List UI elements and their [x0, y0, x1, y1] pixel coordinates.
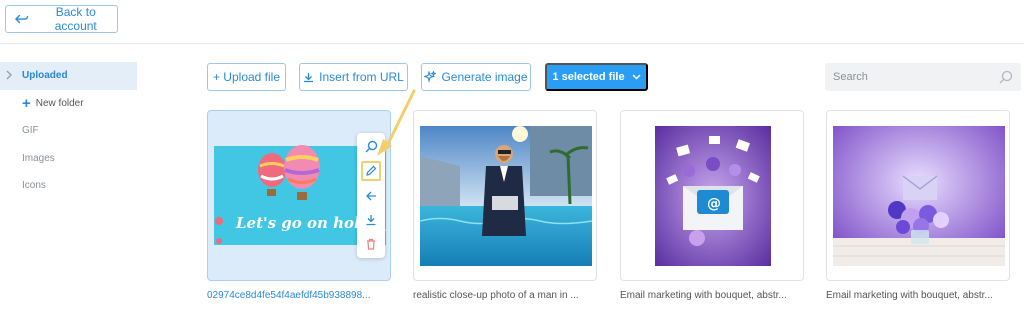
search-icon[interactable] [999, 70, 1013, 84]
sparkle-icon [424, 71, 437, 83]
svg-text:@: @ [707, 196, 721, 212]
man-in-pool-thumbnail [420, 126, 592, 266]
download-icon [304, 72, 314, 82]
sidebar-item-label: Icons [22, 180, 46, 192]
caption: realistic close-up photo of a man in ... [413, 290, 579, 301]
gallery-item[interactable]: @ [620, 110, 804, 281]
share-button[interactable] [361, 186, 381, 206]
insert-from-url-button[interactable]: Insert from URL [299, 63, 408, 91]
email-bouquet-thumbnail: @ [627, 126, 799, 266]
sidebar-item-label: Images [22, 152, 55, 164]
selected-file-dropdown[interactable]: 1 selected file [545, 63, 648, 91]
caption: Email marketing with bouquet, abstr... [620, 290, 787, 301]
pencil-icon [366, 165, 377, 176]
sidebar-item-gif[interactable]: GIF [0, 117, 137, 145]
caption-selected: 02974ce8d4fe54f4aefdf45b938898... [207, 290, 371, 301]
back-arrow-icon [15, 14, 29, 23]
insert-from-url-label: Insert from URL [319, 70, 404, 84]
preview-button[interactable] [361, 136, 381, 156]
generate-image-button[interactable]: Generate image [421, 63, 531, 91]
plus-icon: + [22, 94, 31, 112]
caption: Email marketing with bouquet, abstr... [826, 290, 993, 301]
sidebar-item-new-folder[interactable]: + New folder [0, 90, 137, 118]
back-label: Back to account [54, 5, 97, 33]
download-button[interactable] [361, 210, 381, 230]
download-icon [366, 215, 376, 226]
gallery-item[interactable] [826, 110, 1010, 281]
share-icon [366, 191, 376, 201]
gallery-item[interactable] [413, 110, 597, 281]
back-to-account-button[interactable]: Back to account [5, 5, 118, 33]
top-bar: Back to account [0, 0, 1024, 44]
sidebar: Uploaded + New folder GIF Images Icons [0, 62, 137, 200]
image-actions-bar [357, 133, 385, 258]
upload-file-button[interactable]: + Upload file [207, 63, 286, 91]
search-input[interactable] [833, 71, 999, 83]
sidebar-item-label: Uploaded [22, 70, 68, 82]
chevron-down-icon [632, 74, 641, 80]
sidebar-item-label: GIF [22, 125, 39, 137]
chevron-right-icon [6, 70, 12, 80]
upload-file-label: + Upload file [212, 70, 281, 84]
search-box [825, 63, 1021, 91]
sidebar-item-label: New folder [35, 97, 84, 109]
search-icon [365, 140, 377, 152]
generate-image-label: Generate image [441, 70, 528, 84]
delete-button[interactable] [361, 234, 381, 254]
selected-file-label: 1 selected file [552, 71, 625, 83]
sidebar-item-images[interactable]: Images [0, 145, 137, 173]
email-bouquet-thumbnail [833, 126, 1005, 266]
sidebar-item-icons[interactable]: Icons [0, 172, 137, 200]
edit-button[interactable] [361, 161, 381, 181]
sidebar-item-uploaded[interactable]: Uploaded [0, 62, 137, 90]
trash-icon [367, 238, 375, 250]
